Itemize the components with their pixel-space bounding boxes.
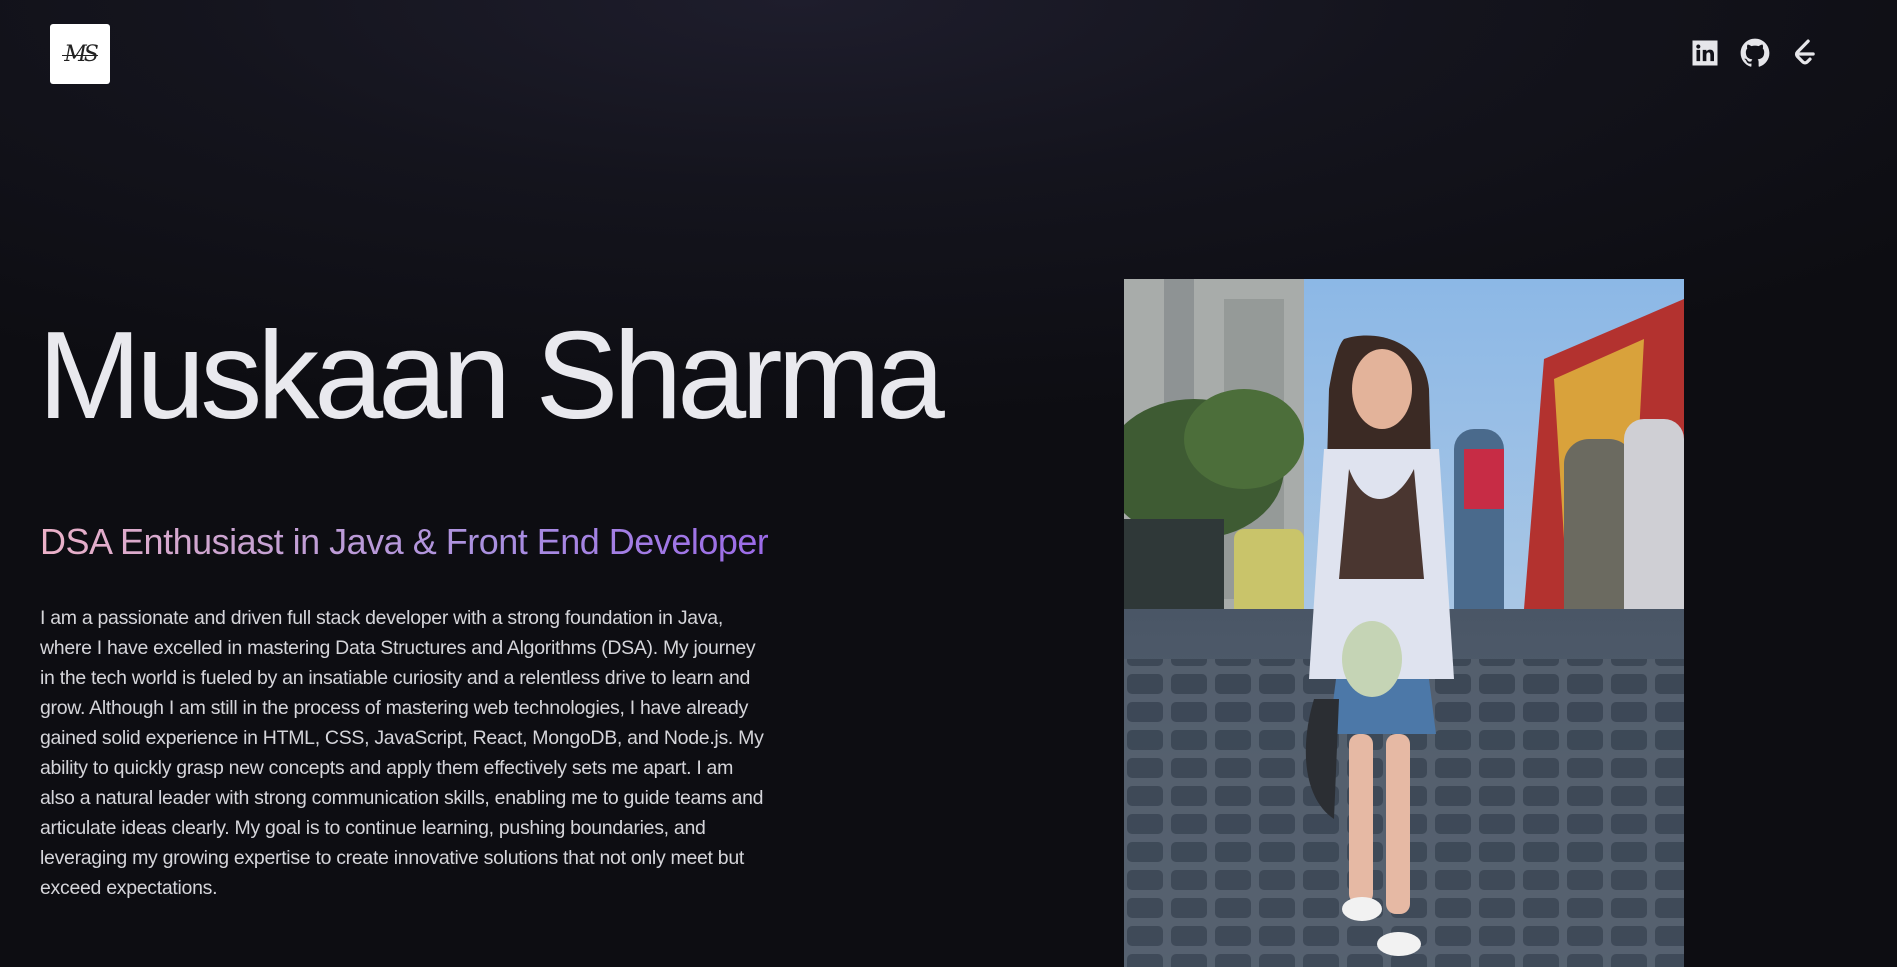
github-link[interactable]	[1740, 38, 1770, 68]
hero-bio: I am a passionate and driven full stack …	[40, 607, 764, 899]
github-icon	[1740, 38, 1770, 67]
leetcode-link[interactable]	[1790, 38, 1820, 68]
social-links	[1690, 38, 1820, 68]
hero-name: Muskaan Sharma	[38, 307, 945, 445]
profile-photo	[1124, 279, 1684, 967]
linkedin-icon	[1692, 40, 1718, 66]
logo[interactable]: MS	[50, 24, 110, 84]
linkedin-link[interactable]	[1690, 38, 1720, 68]
logo-monogram: MS	[62, 41, 99, 67]
leetcode-icon	[1794, 39, 1815, 65]
hero-tagline: DSA Enthusiast in Java & Front End Devel…	[40, 518, 769, 566]
